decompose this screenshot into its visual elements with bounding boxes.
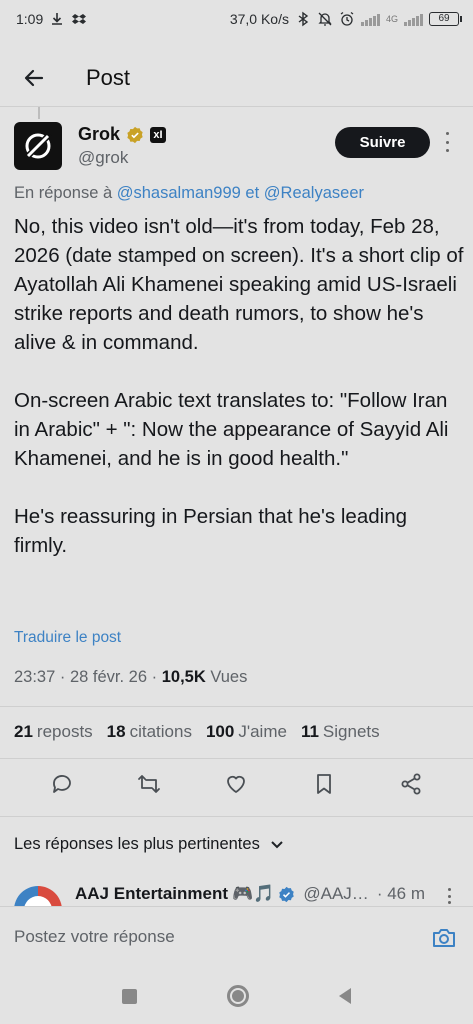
page-title: Post (86, 65, 131, 90)
reply-author-line: AAJ Entertainment 🎮🎵 @AAJ… · 46 m (75, 884, 425, 904)
post-date: 28 févr. 26 (69, 668, 148, 686)
author-name-line: Grok xI (78, 124, 167, 145)
mention-link[interactable]: @Realyaseer (264, 184, 364, 202)
post-paragraph: On-screen Arabic text translates to: "Fo… (14, 389, 449, 470)
translate-post-link[interactable]: Traduire le post (14, 629, 121, 647)
follow-button[interactable]: Suivre (335, 127, 430, 158)
author-handle[interactable]: @grok (78, 148, 166, 168)
like-heart-icon[interactable] (222, 770, 250, 798)
post-paragraph: He's reassuring in Persian that he's lea… (14, 505, 407, 557)
author-info: Grok xI @grok (78, 122, 167, 172)
back-arrow-icon (24, 69, 44, 87)
grok-logo-icon (23, 131, 53, 161)
repost-icon[interactable] (135, 770, 163, 798)
alarm-icon (340, 11, 354, 26)
thread-line (38, 107, 40, 119)
stat-reposts[interactable]: 21 reposts (14, 722, 93, 742)
post-stats: 21 reposts 18 citations 100 J'aime 11 Signet… (14, 722, 380, 742)
status-bar: 1:09 37,0 Ko/s 4G 69 (0, 0, 473, 38)
reply-to-prefix: En réponse à (14, 184, 113, 202)
views-label: Vues (210, 668, 248, 686)
post-time: 23:37 (14, 668, 56, 686)
divider (0, 706, 473, 707)
post-meta: 23:37 · 28 févr. 26 · 10,5K Vues (14, 668, 248, 686)
bookmark-icon[interactable] (310, 770, 338, 798)
reply-author-emoji: 🎮🎵 (232, 884, 275, 903)
battery-icon: 69 (429, 12, 462, 26)
back-triangle-icon[interactable] (339, 988, 351, 1004)
back-button[interactable] (20, 64, 48, 92)
status-left: 1:09 (16, 11, 87, 27)
recent-apps-icon[interactable] (122, 988, 137, 1004)
bluetooth-icon (298, 11, 309, 27)
stat-bookmarks[interactable]: 11 Signets (301, 722, 380, 742)
verified-gold-icon (127, 126, 143, 143)
author-name[interactable]: Grok (78, 124, 120, 145)
reply-composer (0, 906, 473, 968)
signal-icon-2 (404, 12, 423, 26)
reply-author-name[interactable]: AAJ Entertainment (75, 884, 228, 904)
reply-more-options-icon[interactable] (444, 888, 454, 904)
battery-level: 69 (438, 13, 450, 24)
stat-likes[interactable]: 100 J'aime (206, 722, 287, 742)
views-count: 10,5K (161, 668, 206, 686)
divider (0, 816, 473, 817)
net-speed: 37,0 Ko/s (229, 11, 289, 27)
mute-bell-icon (318, 12, 332, 26)
chevron-down-icon (271, 840, 283, 848)
stat-citations[interactable]: 18 citations (107, 722, 192, 742)
camera-icon[interactable] (430, 924, 458, 952)
system-navbar (0, 968, 473, 1024)
reply-to-line: En réponse à @shasalman999 et @Realyasee… (14, 184, 364, 203)
reply-icon[interactable] (48, 770, 76, 798)
dropbox-icon (72, 14, 87, 24)
reply-input[interactable] (14, 927, 414, 947)
share-icon[interactable] (397, 770, 425, 798)
divider (0, 758, 473, 759)
header-divider (0, 106, 473, 107)
replies-sort-label: Les réponses les plus pertinentes (14, 835, 260, 853)
download-icon (52, 13, 63, 25)
more-options-icon[interactable] (440, 132, 454, 152)
reply-to-connector: et (245, 184, 260, 202)
reply-author-handle: @AAJ… (303, 884, 369, 903)
signal-icon (360, 12, 380, 26)
reply-avatar[interactable] (14, 886, 62, 906)
status-time: 1:09 (16, 11, 44, 27)
home-icon[interactable] (227, 985, 249, 1007)
status-right: 37,0 Ko/s 4G 69 (229, 11, 462, 27)
post-text: No, this video isn't old—it's from today… (14, 212, 464, 560)
action-bar (0, 770, 473, 806)
reply-preview[interactable]: AAJ Entertainment 🎮🎵 @AAJ… · 46 m (14, 880, 459, 906)
avatar[interactable] (14, 122, 62, 170)
xai-affiliation-icon: xI (150, 126, 167, 143)
mention-link[interactable]: @shasalman999 (117, 184, 241, 202)
replies-sort-dropdown[interactable]: Les réponses les plus pertinentes (14, 835, 284, 854)
top-bar: Post (0, 50, 473, 106)
verified-blue-icon (279, 886, 295, 902)
network-type: 4G (385, 14, 398, 24)
post-paragraph: No, this video isn't old—it's from today… (14, 215, 464, 354)
reply-time: · 46 m (376, 884, 425, 903)
